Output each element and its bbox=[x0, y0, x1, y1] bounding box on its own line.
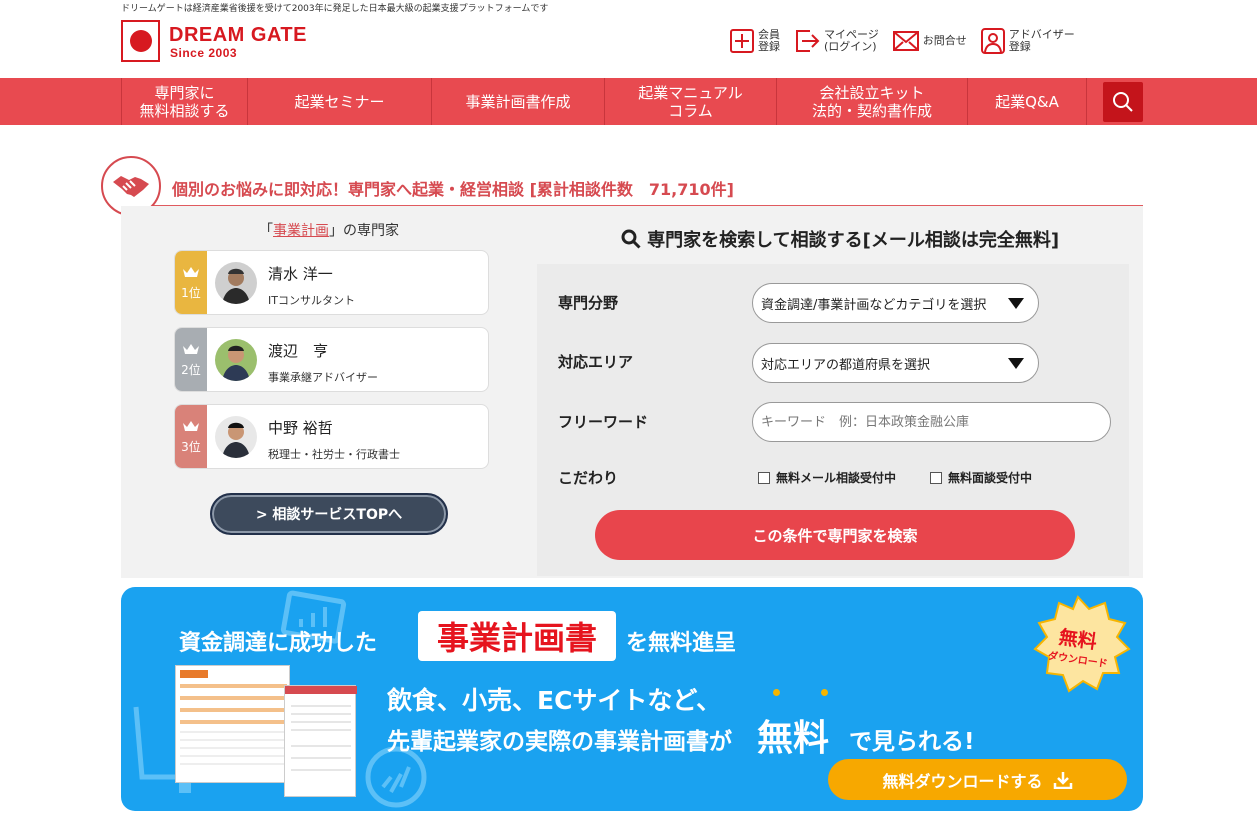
expert-role: ITコンサルタント bbox=[268, 294, 355, 307]
nav-seminar[interactable]: 起業セミナー bbox=[247, 78, 431, 125]
expert-ranking: 「事業計画」の専門家 1位 清水 洋一 ITコンサルタント 2位 渡辺 亨 事業… bbox=[121, 206, 537, 578]
logo-name: DREAM GATE bbox=[169, 24, 307, 46]
header-links: 会員 登録 マイページ (ログイン) お問合せ アドバイザー 登録 bbox=[730, 28, 1081, 54]
free-meeting-checkbox[interactable]: 無料面談受付中 bbox=[930, 469, 1032, 486]
login-arrow-icon bbox=[796, 30, 820, 52]
advisor-register-label: アドバイザー 登録 bbox=[1008, 28, 1075, 53]
avatar bbox=[215, 339, 257, 381]
site-logo[interactable]: DREAM GATE Since 2003 bbox=[121, 20, 321, 64]
download-icon bbox=[1053, 771, 1072, 789]
nav-company-kit[interactable]: 会社設立キット 法的・契約書作成 bbox=[776, 78, 967, 125]
keyword-label: フリーワード bbox=[558, 413, 649, 431]
rank-badge: 1位 bbox=[175, 251, 207, 314]
rank-badge: 3位 bbox=[175, 405, 207, 468]
category-link[interactable]: 事業計画 bbox=[273, 223, 329, 239]
search-title: 専門家を検索して相談する[メール相談は完全無料] bbox=[537, 226, 1143, 252]
contact-link[interactable]: お問合せ bbox=[892, 28, 967, 54]
contact-label: お問合せ bbox=[922, 34, 967, 47]
member-register-link[interactable]: 会員 登録 bbox=[730, 28, 780, 54]
expert-name: 中野 裕哲 bbox=[268, 419, 333, 437]
business-plan-sample-image bbox=[284, 685, 357, 797]
expert-ranking-title: 「事業計画」の専門家 bbox=[259, 223, 399, 239]
avatar bbox=[215, 416, 257, 458]
expert-card[interactable]: 1位 清水 洋一 ITコンサルタント bbox=[174, 250, 489, 315]
banner-line2: 飲食、小売、ECサイトなど、 bbox=[387, 686, 722, 715]
rank-badge: 2位 bbox=[175, 328, 207, 391]
consult-top-button[interactable]: > 相談サービスTOPへ bbox=[210, 493, 448, 535]
nav-manual-column[interactable]: 起業マニュアル コラム bbox=[604, 78, 776, 125]
crown-icon bbox=[183, 421, 199, 431]
free-mail-checkbox[interactable]: 無料メール相談受付中 bbox=[758, 469, 896, 486]
field-label: 専門分野 bbox=[558, 294, 619, 312]
dropdown-arrow-icon bbox=[1008, 298, 1024, 309]
banner-line3: 先輩起業家の実際の事業計画書が bbox=[387, 729, 732, 755]
nav-search-button[interactable] bbox=[1103, 82, 1143, 122]
member-register-label: 会員 登録 bbox=[758, 28, 780, 53]
crown-icon bbox=[183, 267, 199, 277]
banner-free-text: 無料 bbox=[757, 718, 830, 759]
expert-role: 税理士・社労士・行政書士 bbox=[268, 448, 400, 461]
dropdown-arrow-icon bbox=[1008, 358, 1024, 369]
field-select[interactable]: 資金調達/事業計画などカテゴリを選択 bbox=[752, 283, 1039, 323]
expert-card[interactable]: 2位 渡辺 亨 事業承継アドバイザー bbox=[174, 327, 489, 392]
mypage-login-label: マイページ (ログイン) bbox=[824, 28, 879, 53]
search-icon bbox=[1113, 92, 1133, 112]
expert-card[interactable]: 3位 中野 裕哲 税理士・社労士・行政書士 bbox=[174, 404, 489, 469]
business-plan-banner[interactable]: 資金調達に成功した 事業計画書 を無料進呈 飲食、小売、ECサイトなど、 先輩起… bbox=[121, 587, 1143, 811]
expert-name: 渡辺 亨 bbox=[268, 342, 329, 360]
prefs-label: こだわり bbox=[558, 469, 619, 487]
advisor-register-link[interactable]: アドバイザー 登録 bbox=[980, 28, 1075, 54]
nav-qa[interactable]: 起業Q&A bbox=[967, 78, 1087, 125]
area-select[interactable]: 対応エリアの都道府県を選択 bbox=[752, 343, 1039, 383]
search-icon bbox=[621, 229, 641, 249]
main-nav: 専門家に 無料相談する 起業セミナー 事業計画書作成 起業マニュアル コラム 会… bbox=[0, 78, 1257, 125]
avatar bbox=[215, 262, 257, 304]
site-tagline: ドリームゲートは経済産業省後援を受けて2003年に発足した日本最大級の起業支援プ… bbox=[121, 4, 549, 14]
search-submit-button[interactable]: この条件で専門家を検索 bbox=[595, 510, 1075, 560]
section-title: 個別のお悩みに即対応！専門家へ起業・経営相談 [累計相談件数 71,710件] bbox=[172, 180, 734, 199]
banner-line1: 資金調達に成功した bbox=[179, 631, 378, 656]
expert-role: 事業承継アドバイザー bbox=[268, 371, 378, 384]
search-form: 専門分野 資金調達/事業計画などカテゴリを選択 対応エリア 対応エリアの都道府県… bbox=[537, 264, 1129, 576]
nav-free-consult[interactable]: 専門家に 無料相談する bbox=[121, 78, 247, 125]
mail-icon bbox=[892, 31, 919, 51]
banner-highlight: 事業計画書 bbox=[418, 611, 616, 661]
mypage-login-link[interactable]: マイページ (ログイン) bbox=[794, 28, 879, 54]
keyword-input[interactable] bbox=[752, 402, 1111, 442]
plus-square-icon bbox=[730, 29, 754, 53]
free-download-badge: 無料 ダウンロード bbox=[1047, 626, 1109, 671]
expert-name: 清水 洋一 bbox=[268, 265, 333, 283]
logo-mark-icon bbox=[121, 20, 160, 62]
banner-line3-suffix: で見られる! bbox=[849, 729, 975, 755]
nav-business-plan[interactable]: 事業計画書作成 bbox=[431, 78, 604, 125]
download-button[interactable]: 無料ダウンロードする bbox=[828, 759, 1127, 800]
expert-search: 専門家を検索して相談する[メール相談は完全無料] 専門分野 資金調達/事業計画な… bbox=[537, 206, 1143, 578]
logo-since: Since 2003 bbox=[170, 46, 238, 60]
business-plan-sample-image bbox=[175, 665, 290, 783]
banner-line1-suffix: を無料進呈 bbox=[626, 631, 737, 656]
advisor-icon bbox=[980, 28, 1005, 54]
area-label: 対応エリア bbox=[558, 353, 634, 371]
crown-icon bbox=[183, 344, 199, 354]
